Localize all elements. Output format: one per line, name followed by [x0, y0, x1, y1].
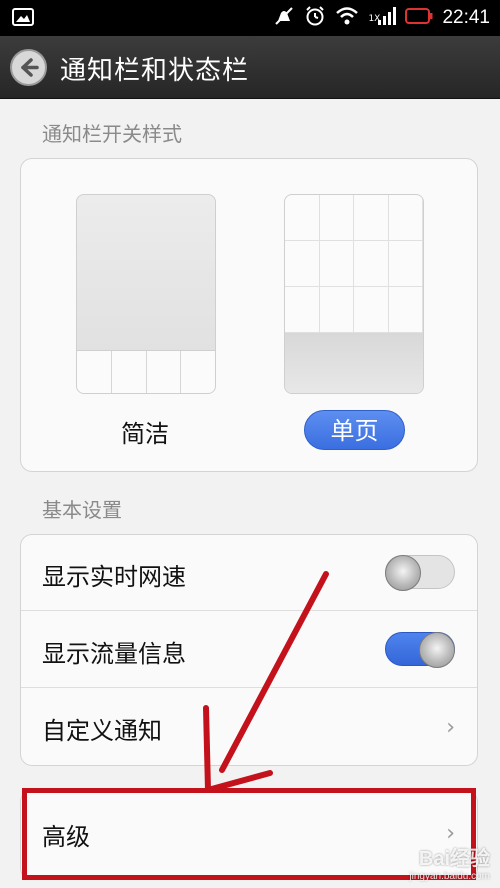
watermark: Bai经验 jingyan.baidu.com — [409, 842, 490, 882]
watermark-url: jingyan.baidu.com — [409, 871, 490, 882]
annotation-arrow — [203, 571, 329, 793]
watermark-brand: Bai经验 — [418, 848, 490, 870]
